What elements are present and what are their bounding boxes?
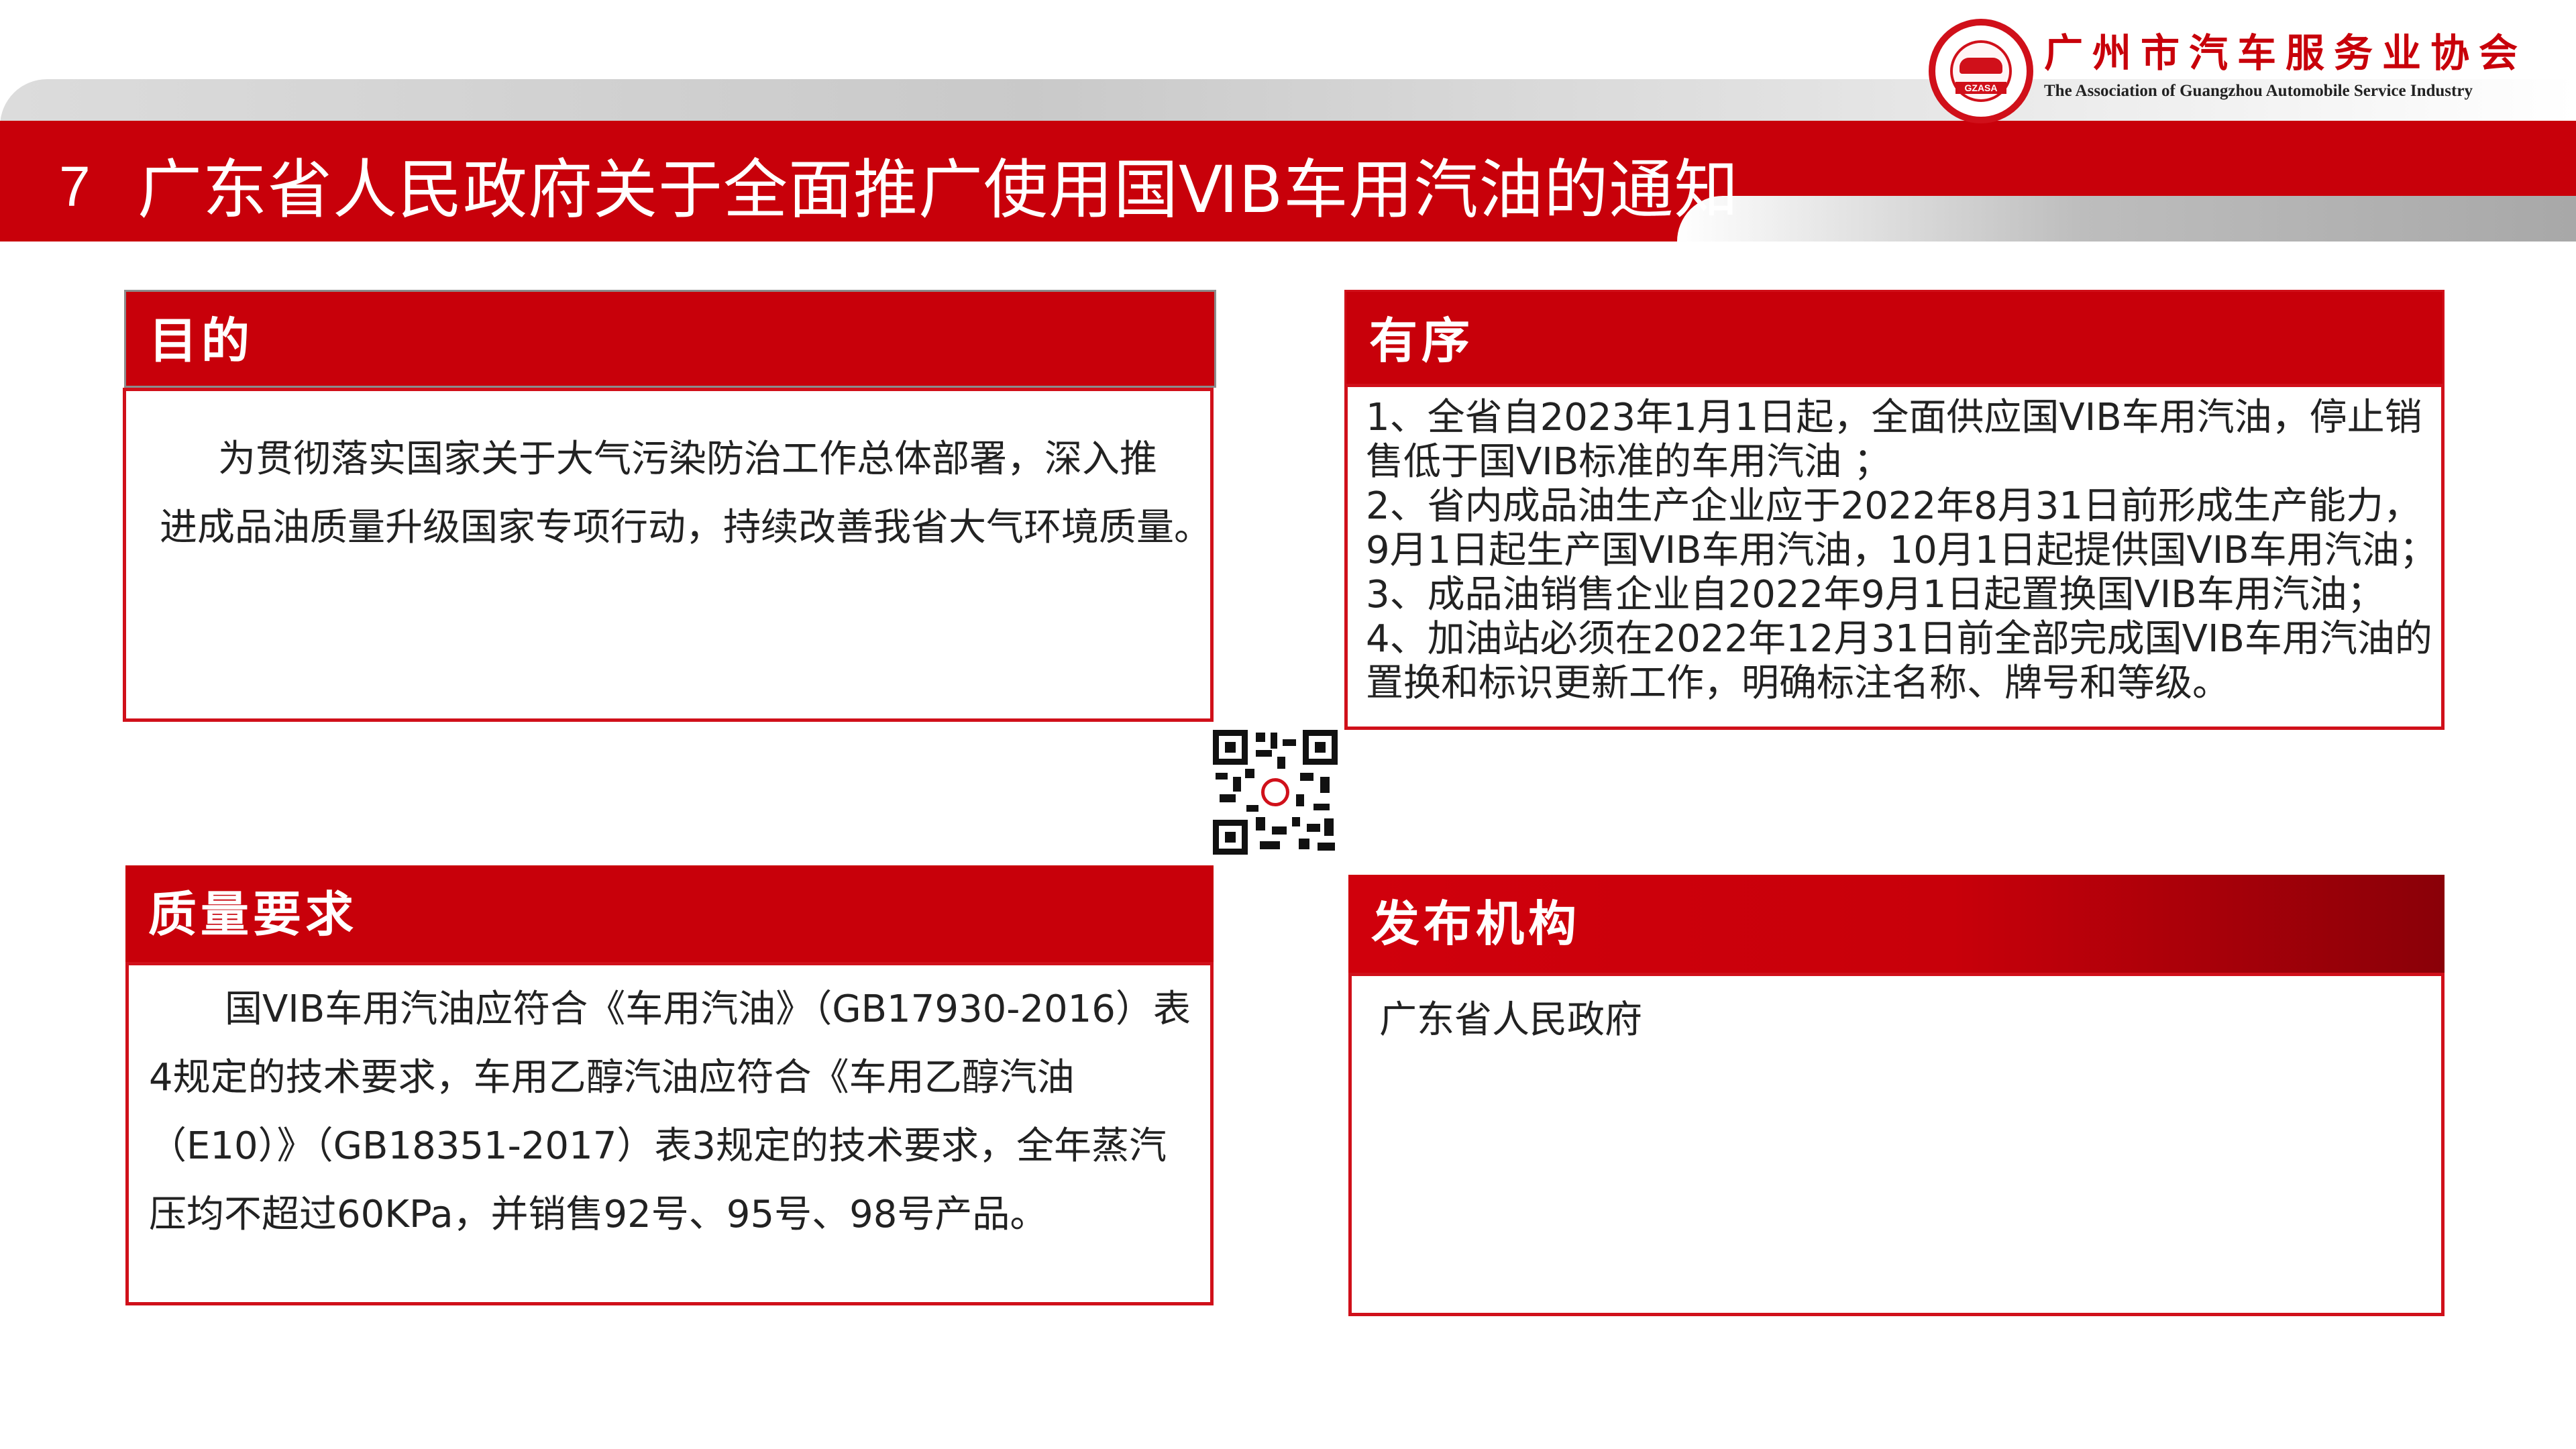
- quality-line-2: 4规定的技术要求，车用乙醇汽油应符合《车用乙醇汽油: [149, 1056, 1075, 1099]
- order-line-6: 4、加油站必须在2022年12月31日前全部完成国VIB车用汽油的: [1366, 617, 2432, 661]
- publisher-panel-header: 发布机构: [1348, 875, 2445, 973]
- purpose-line-1: 为贯彻落实国家关于大气污染防治工作总体部署，深入推: [218, 437, 1157, 481]
- publisher-name: 广东省人民政府: [1379, 998, 1642, 1042]
- title-band-grey-accent: [1677, 196, 2576, 241]
- order-line-2: 售低于国VIB标准的车用汽油 ；: [1366, 440, 1892, 484]
- slide-title: 广东省人民政府关于全面推广使用国ⅥB车用汽油的通知: [138, 152, 1739, 227]
- quality-line-4: 压均不超过60KPa，并销售92号、95号、98号产品。: [149, 1193, 1048, 1236]
- association-name-cn: 广州市汽车服务业协会: [2044, 30, 2528, 76]
- order-panel-header: 有序: [1344, 290, 2445, 388]
- order-line-3: 2、省内成品油生产企业应于2022年8月31日前形成生产能力，: [1366, 484, 2422, 528]
- quality-panel-header: 质量要求: [125, 865, 1214, 963]
- order-line-7: 置换和标识更新工作，明确标注名称、牌号和等级。: [1366, 661, 2230, 705]
- association-logo: GZASA 广州市汽车服务业协会 The Association of Guan…: [1929, 15, 2559, 123]
- purpose-panel-header: 目的: [124, 290, 1216, 388]
- order-line-4: 9月1日起生产国VIB车用汽油，10月1日起提供国VIB车用汽油；: [1366, 529, 2437, 572]
- seal-text: GZASA: [1955, 82, 2006, 94]
- purpose-line-2: 进成品油质量升级国家专项行动，持续改善我省大气环境质量。: [160, 506, 1212, 549]
- association-name-en: The Association of Guangzhou Automobile …: [2044, 82, 2473, 100]
- slide-number: 7: [59, 155, 91, 218]
- association-seal-icon: GZASA: [1929, 19, 2033, 123]
- quality-line-1: 国VIB车用汽油应符合《车用汽油》（GB17930-2016）表: [225, 987, 1191, 1031]
- quality-line-3: （E10）》（GB18351-2017）表3规定的技术要求，全年蒸汽: [149, 1124, 1167, 1168]
- order-line-5: 3、成品油销售企业自2022年9月1日起置换国VIB车用汽油；: [1366, 573, 2385, 616]
- qr-code-icon: [1213, 730, 1338, 855]
- qr-center-logo-icon: [1261, 778, 1289, 806]
- order-line-1: 1、全省自2023年1月1日起，全面供应国VIB车用汽油，停止销: [1366, 396, 2422, 439]
